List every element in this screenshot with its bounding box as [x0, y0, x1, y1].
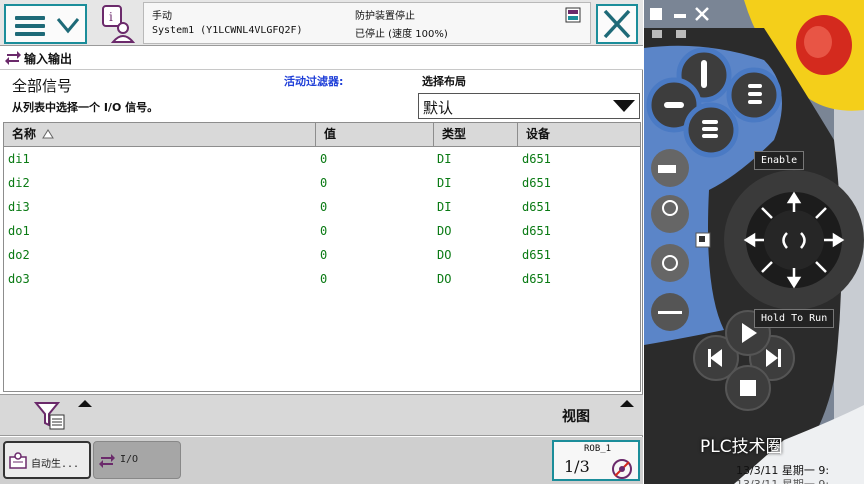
table-row[interactable]: do2 0 DO d651	[4, 245, 640, 269]
signal-device: d651	[522, 272, 551, 286]
signal-type: DO	[437, 224, 452, 238]
signal-name: do3	[8, 272, 30, 286]
quickset-robot-button[interactable]: ROB_1 1/3	[552, 440, 640, 481]
status-panel[interactable]: 手动 System1 (Y1LCWNL4VLGFQ2F) 防护装置停止 已停止 …	[143, 2, 591, 44]
hold-to-run-label[interactable]: Hold To Run	[754, 309, 835, 328]
signal-name: do1	[8, 224, 30, 238]
table-row[interactable]: di2 0 DI d651	[4, 173, 640, 197]
page-subtitle: 从列表中选择一个 I/O 信号。	[12, 101, 159, 114]
pendant-body	[644, 0, 864, 484]
layout-select-value: 默认	[423, 99, 454, 117]
command-bar: 视图	[0, 394, 643, 436]
view-expand-arrow-icon[interactable]	[620, 400, 634, 407]
chevron-down-icon	[56, 18, 80, 34]
main-menu-button[interactable]	[4, 4, 87, 44]
pendant-hardware	[644, 0, 864, 484]
signal-type: DI	[437, 176, 452, 190]
table-row[interactable]: di3 0 DI d651	[4, 197, 640, 221]
mode-text: 手动	[152, 11, 172, 22]
signal-name: di1	[8, 152, 30, 166]
dropdown-arrow-icon	[613, 100, 635, 112]
signal-type: DI	[437, 200, 452, 214]
signal-device: d651	[522, 176, 551, 190]
robot-icon	[612, 459, 632, 479]
flexpendant-screen: i 手动 System1 (Y1LCWNL4VLGFQ2F) 防护装置停止 已停…	[0, 0, 643, 484]
table-row[interactable]: di1 0 DI d651	[4, 149, 640, 173]
column-header-value[interactable]: 值	[316, 123, 434, 147]
jog-increment-label: 1/3	[564, 457, 590, 476]
taskbar: 自动生... I/O ROB_1 1/3	[0, 437, 643, 484]
signal-device: d651	[522, 248, 551, 262]
signal-device: d651	[522, 224, 551, 238]
auto-production-icon	[9, 452, 27, 469]
robot-unit-label: ROB_1	[584, 444, 612, 454]
column-header-type[interactable]: 类型	[434, 123, 518, 147]
table-row[interactable]: do1 0 DO d651	[4, 221, 640, 245]
active-filter-label: 活动过滤器:	[284, 75, 344, 88]
filter-icon[interactable]	[34, 401, 66, 431]
layout-select[interactable]: 默认	[418, 93, 640, 119]
task-auto-label: 自动生...	[31, 459, 80, 470]
layout-label: 选择布局	[422, 75, 466, 88]
page-title: 全部信号	[12, 77, 73, 95]
column-header-name[interactable]: 名称	[4, 123, 316, 147]
watermark: PLC技术圈	[700, 437, 783, 457]
sort-arrow-icon	[42, 129, 55, 139]
run-state: 已停止 (速度 100%)	[355, 29, 448, 40]
safety-state: 防护装置停止	[355, 11, 415, 22]
signal-value: 0	[320, 248, 328, 262]
signal-name: di2	[8, 176, 30, 190]
document-status-icon	[565, 7, 581, 23]
breadcrumb: 输入输出	[0, 46, 643, 70]
signal-type: DI	[437, 152, 452, 166]
signal-type: DO	[437, 248, 452, 262]
task-io[interactable]: I/O	[93, 441, 181, 479]
top-status-bar: i 手动 System1 (Y1LCWNL4VLGFQ2F) 防护装置停止 已停…	[0, 0, 643, 46]
menu-icon	[15, 16, 45, 36]
close-button[interactable]	[596, 4, 638, 44]
signal-value: 0	[320, 152, 328, 166]
system-name: System1 (Y1LCWNL4VLGFQ2F)	[152, 25, 303, 36]
signal-name: do2	[8, 248, 30, 262]
signal-value: 0	[320, 200, 328, 214]
task-io-label: I/O	[120, 454, 139, 465]
info-user-icon[interactable]: i	[98, 4, 138, 44]
signal-value: 0	[320, 224, 328, 238]
view-button[interactable]: 视图	[562, 406, 590, 426]
signal-name: di3	[8, 200, 30, 214]
signal-device: d651	[522, 200, 551, 214]
io-arrows-icon	[99, 454, 115, 468]
signal-device: d651	[522, 152, 551, 166]
table-row[interactable]: do3 0 DO d651	[4, 269, 640, 293]
svg-text:i: i	[109, 10, 113, 24]
breadcrumb-label[interactable]: 输入输出	[24, 50, 72, 67]
column-header-device[interactable]: 设备	[518, 123, 640, 147]
signal-value: 0	[320, 272, 328, 286]
signal-value: 0	[320, 176, 328, 190]
background-date-2: 13/3/11 星期一 9:	[736, 476, 829, 484]
enable-label[interactable]: Enable	[754, 151, 805, 170]
table-header: 名称 值 类型 设备	[4, 123, 640, 147]
signal-type: DO	[437, 272, 452, 286]
close-icon	[603, 9, 631, 39]
io-arrows-icon	[5, 51, 21, 65]
task-auto-production[interactable]: 自动生...	[3, 441, 91, 479]
signal-table: 名称 值 类型 设备 di1 0 DI d651 di2 0 DI d651 di3 0 DI d65…	[3, 122, 641, 392]
filter-expand-arrow-icon[interactable]	[78, 400, 92, 407]
